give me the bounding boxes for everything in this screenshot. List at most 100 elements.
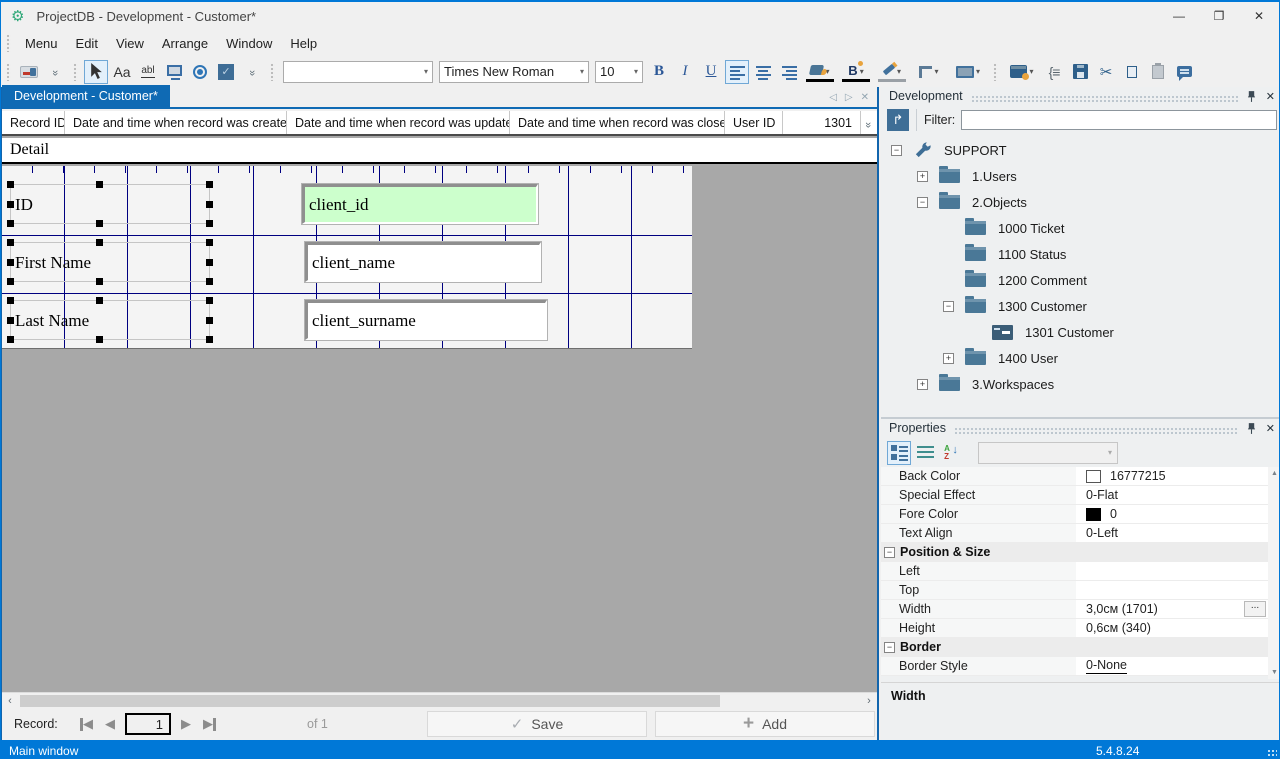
underline-button[interactable]: U xyxy=(699,60,723,84)
select-tool-button[interactable] xyxy=(84,60,108,84)
prop-row-text-align[interactable]: Text Align 0-Left xyxy=(881,524,1268,543)
prop-row-top[interactable]: Top xyxy=(881,581,1268,600)
selection-handle[interactable] xyxy=(206,317,213,324)
panel-close-icon[interactable]: ✕ xyxy=(1266,422,1275,435)
prop-row-height[interactable]: Height 0,6см (340) xyxy=(881,619,1268,638)
prop-value[interactable]: 0-Flat xyxy=(1076,486,1268,504)
toolbar-grip[interactable] xyxy=(73,63,78,81)
tree-item-1200-comment[interactable]: 1200 Comment xyxy=(881,267,1280,293)
selection-handle[interactable] xyxy=(7,336,14,343)
selection-handle[interactable] xyxy=(96,220,103,227)
last-record-button[interactable]: ▶ xyxy=(203,716,216,732)
tools-overflow-button[interactable]: » xyxy=(240,60,264,84)
toolbar-grip[interactable] xyxy=(6,63,11,81)
field-client-id[interactable]: client_id xyxy=(302,184,538,224)
collapse-icon[interactable]: − xyxy=(884,547,895,558)
field-label[interactable]: Last Name xyxy=(15,301,89,341)
ellipsis-button[interactable]: ... xyxy=(1244,601,1266,617)
field-label[interactable]: ID xyxy=(15,185,33,225)
selection-handle[interactable] xyxy=(206,239,213,246)
pin-icon[interactable] xyxy=(1247,422,1256,435)
column-user-id[interactable]: User ID xyxy=(725,111,783,134)
selection-handle[interactable] xyxy=(7,239,14,246)
cut-button[interactable]: ✂ xyxy=(1094,60,1118,84)
menu-item-help[interactable]: Help xyxy=(281,32,326,55)
button-tool-button[interactable] xyxy=(162,60,186,84)
radio-tool-button[interactable] xyxy=(188,60,212,84)
column-closed[interactable]: Date and time when record was closed xyxy=(510,111,725,134)
selection-handle[interactable] xyxy=(96,181,103,188)
align-left-button[interactable] xyxy=(725,60,749,84)
close-button[interactable]: ✕ xyxy=(1239,3,1279,29)
selection-handle[interactable] xyxy=(96,239,103,246)
save-toolbar-button[interactable] xyxy=(1068,60,1092,84)
sort-az-button[interactable]: AZ xyxy=(939,441,963,465)
selection-handle[interactable] xyxy=(7,181,14,188)
prop-value[interactable]: 0 xyxy=(1076,505,1268,523)
expand-icon[interactable]: + xyxy=(943,353,954,364)
column-created[interactable]: Date and time when record was created xyxy=(65,111,287,134)
paste-button[interactable] xyxy=(1146,60,1170,84)
checkbox-tool-button[interactable]: ✓ xyxy=(214,60,238,84)
prop-group-position-size[interactable]: − Position & Size xyxy=(881,543,1268,562)
tree-item-support[interactable]: − SUPPORT xyxy=(881,137,1280,163)
menu-item-view[interactable]: View xyxy=(107,32,153,55)
label-tool-button[interactable]: Aa xyxy=(110,60,134,84)
field-client-surname[interactable]: client_surname xyxy=(305,300,547,340)
expand-icon[interactable]: + xyxy=(917,379,928,390)
highlight-button[interactable]: ▾ xyxy=(875,60,909,84)
selection-handle[interactable] xyxy=(206,259,213,266)
font-size-combo[interactable]: 10▾ xyxy=(595,61,643,83)
prop-value[interactable]: 0-None xyxy=(1076,657,1268,675)
menu-item-edit[interactable]: Edit xyxy=(67,32,107,55)
tree-item-objects[interactable]: − 2.Objects xyxy=(881,189,1280,215)
scroll-right-icon[interactable]: › xyxy=(861,695,877,707)
list-view-button[interactable] xyxy=(913,441,937,465)
selection-handle[interactable] xyxy=(206,181,213,188)
fill-color-button[interactable]: ▾ xyxy=(803,60,837,84)
bold-button[interactable]: B xyxy=(647,60,671,84)
selection-handle[interactable] xyxy=(206,201,213,208)
copy-button[interactable] xyxy=(1120,60,1144,84)
tab-development-customer[interactable]: Development - Customer* xyxy=(2,85,170,107)
expand-icon[interactable]: + xyxy=(917,171,928,182)
column-updated[interactable]: Date and time when record was updated xyxy=(287,111,510,134)
tree-item-1301-customer[interactable]: 1301 Customer xyxy=(881,319,1280,345)
pin-icon[interactable] xyxy=(1247,90,1256,103)
collapse-icon[interactable]: − xyxy=(917,197,928,208)
selection-rect[interactable]: First Name xyxy=(10,242,210,282)
selection-handle[interactable] xyxy=(206,220,213,227)
toolbar-grip[interactable] xyxy=(270,63,275,81)
selection-handle[interactable] xyxy=(206,297,213,304)
minimize-button[interactable]: — xyxy=(1159,3,1199,29)
tab-close-icon[interactable]: ✕ xyxy=(861,92,869,103)
prop-row-width[interactable]: Width 3,0см (1701)... xyxy=(881,600,1268,619)
comment-button[interactable] xyxy=(1172,60,1196,84)
filter-input[interactable] xyxy=(961,110,1277,130)
selection-handle[interactable] xyxy=(7,297,14,304)
selection-handle[interactable] xyxy=(7,201,14,208)
style-combo[interactable]: ▾ xyxy=(283,61,433,83)
field-label[interactable]: First Name xyxy=(15,243,91,283)
first-record-button[interactable]: ◀ xyxy=(80,716,93,732)
goto-object-button[interactable]: ↱ xyxy=(887,109,909,131)
border-style-button[interactable]: ▾ xyxy=(949,60,987,84)
selection-handle[interactable] xyxy=(96,278,103,285)
prop-value[interactable]: 0-Left xyxy=(1076,524,1268,542)
prop-value[interactable]: 16777215 xyxy=(1076,467,1268,485)
selection-rect[interactable]: ID xyxy=(10,184,210,224)
prop-value[interactable]: 3,0см (1701)... xyxy=(1076,600,1268,618)
font-color-button[interactable]: B▾ xyxy=(839,60,873,84)
resize-grip[interactable] xyxy=(1267,749,1277,759)
add-record-button[interactable]: +Add xyxy=(655,711,875,737)
scrollbar-thumb[interactable] xyxy=(20,695,720,707)
tree-item-users[interactable]: + 1.Users xyxy=(881,163,1280,189)
prop-row-left[interactable]: Left xyxy=(881,562,1268,581)
font-combo[interactable]: Times New Roman▾ xyxy=(439,61,589,83)
selection-handle[interactable] xyxy=(206,336,213,343)
tree-item-1000-ticket[interactable]: 1000 Ticket xyxy=(881,215,1280,241)
panel-close-icon[interactable]: ✕ xyxy=(1266,90,1275,103)
align-right-button[interactable] xyxy=(777,60,801,84)
prop-row-special-effect[interactable]: Special Effect 0-Flat xyxy=(881,486,1268,505)
selection-handle[interactable] xyxy=(7,317,14,324)
